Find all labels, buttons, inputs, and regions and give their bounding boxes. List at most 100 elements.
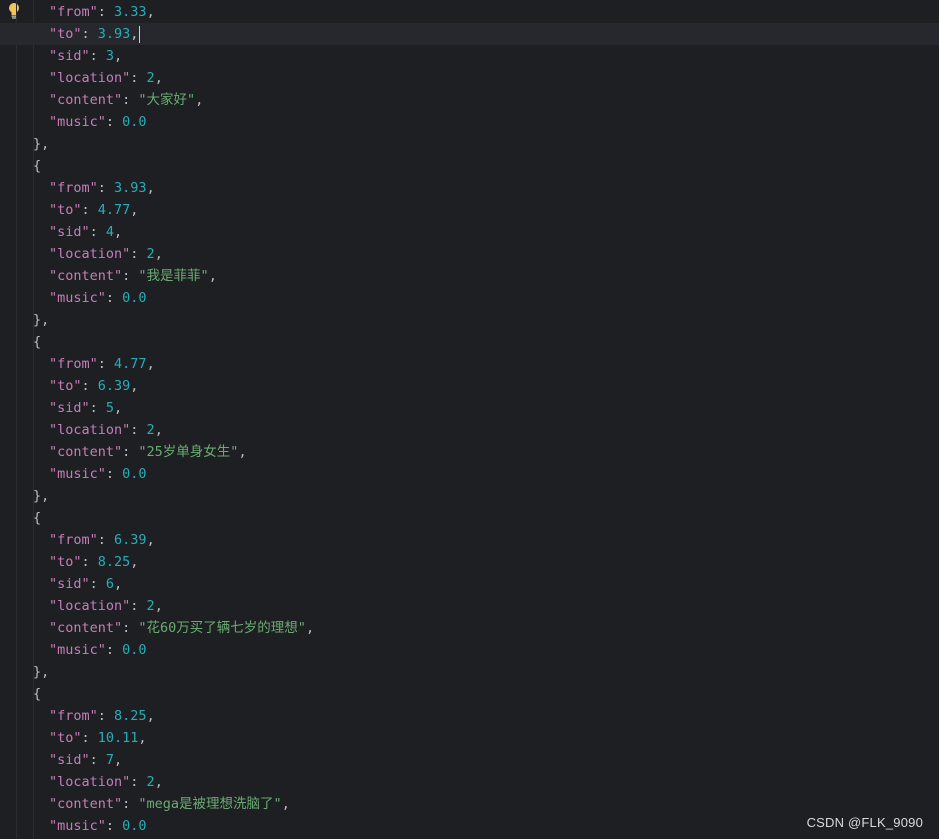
comma: , xyxy=(195,92,204,108)
code-text: "music": 0.0 xyxy=(33,463,147,485)
code-line[interactable]: "location": 2, xyxy=(0,243,939,265)
code-line[interactable]: "content": "花60万买了辆七岁的理想", xyxy=(0,617,939,639)
code-text: "to": 8.25, xyxy=(33,551,138,573)
json-key: "music" xyxy=(49,818,106,834)
comma: , xyxy=(154,774,163,790)
colon: : xyxy=(89,576,106,592)
code-text: "content": "大家好", xyxy=(33,89,203,111)
code-line[interactable]: }, xyxy=(0,661,939,683)
json-key: "music" xyxy=(49,642,106,658)
code-line[interactable]: "content": "大家好", xyxy=(0,89,939,111)
comma: , xyxy=(114,48,123,64)
code-text: "location": 2, xyxy=(33,419,163,441)
comma: , xyxy=(114,752,123,768)
code-line[interactable]: "music": 0.0 xyxy=(0,815,939,837)
json-number-value: 0.0 xyxy=(122,642,147,658)
code-text: "from": 6.39, xyxy=(33,529,155,551)
code-text: }, xyxy=(33,661,49,683)
code-line[interactable]: "content": "25岁单身女生", xyxy=(0,441,939,463)
colon: : xyxy=(97,532,115,548)
colon: : xyxy=(81,202,98,218)
code-text: "content": "25岁单身女生", xyxy=(33,441,247,463)
comma: , xyxy=(146,532,155,548)
code-text: "sid": 4, xyxy=(33,221,122,243)
json-key: "sid" xyxy=(49,576,90,592)
code-line[interactable]: "to": 4.77, xyxy=(0,199,939,221)
comma: , xyxy=(146,356,155,372)
code-text: "content": "mega是被理想洗脑了", xyxy=(33,793,290,815)
code-line[interactable]: "from": 6.39, xyxy=(0,529,939,551)
code-editor[interactable]: "from": 3.33, "to": 3.93, "sid": 3, "locati… xyxy=(0,0,939,839)
json-key: "to" xyxy=(49,554,82,570)
colon: : xyxy=(97,708,115,724)
colon: : xyxy=(122,620,139,636)
json-number-value: 4.77 xyxy=(97,202,131,218)
json-number-value: 3 xyxy=(105,48,115,64)
code-line[interactable]: }, xyxy=(0,485,939,507)
code-text: "location": 2, xyxy=(33,771,163,793)
code-line[interactable]: "from": 3.33, xyxy=(0,1,939,23)
code-line[interactable]: "music": 0.0 xyxy=(0,111,939,133)
colon: : xyxy=(105,290,123,306)
json-key: "to" xyxy=(49,202,82,218)
json-brace: }, xyxy=(33,664,50,680)
colon: : xyxy=(105,818,123,834)
code-line[interactable]: "music": 0.0 xyxy=(0,639,939,661)
json-key: "to" xyxy=(49,378,82,394)
code-line[interactable]: "sid": 5, xyxy=(0,397,939,419)
json-number-value: 2 xyxy=(146,422,155,438)
json-string-value: "大家好" xyxy=(138,92,196,108)
code-line[interactable]: "to": 6.39, xyxy=(0,375,939,397)
code-text: "from": 3.93, xyxy=(33,177,155,199)
code-line[interactable]: { xyxy=(0,683,939,705)
code-line[interactable]: "sid": 6, xyxy=(0,573,939,595)
code-line[interactable]: "to": 8.25, xyxy=(0,551,939,573)
code-line[interactable]: "music": 0.0 xyxy=(0,287,939,309)
json-number-value: 8.25 xyxy=(97,554,131,570)
code-line[interactable]: { xyxy=(0,331,939,353)
code-line[interactable]: }, xyxy=(0,133,939,155)
colon: : xyxy=(130,422,147,438)
code-line[interactable]: "from": 4.77, xyxy=(0,353,939,375)
code-line[interactable]: "location": 2, xyxy=(0,419,939,441)
code-line[interactable]: "content": "mega是被理想洗脑了", xyxy=(0,793,939,815)
code-text: "content": "花60万买了辆七岁的理想", xyxy=(33,617,314,639)
code-line[interactable]: "location": 2, xyxy=(0,771,939,793)
code-text: "from": 3.33, xyxy=(33,1,155,23)
json-number-value: 3.93 xyxy=(114,180,147,196)
code-line[interactable]: "music": 0.0 xyxy=(0,463,939,485)
code-text: "location": 2, xyxy=(33,67,163,89)
code-line[interactable]: { xyxy=(0,155,939,177)
json-key: "content" xyxy=(49,444,123,460)
comma: , xyxy=(208,268,217,284)
colon: : xyxy=(130,774,147,790)
colon: : xyxy=(105,466,123,482)
json-number-value: 4.77 xyxy=(114,356,147,372)
json-key: "location" xyxy=(49,598,131,614)
json-key: "sid" xyxy=(49,400,90,416)
code-text: "sid": 6, xyxy=(33,573,122,595)
code-line-current[interactable]: "to": 3.93, xyxy=(0,23,939,45)
code-line[interactable]: "from": 3.93, xyxy=(0,177,939,199)
code-text: "to": 3.93, xyxy=(33,23,141,45)
code-line[interactable]: "sid": 4, xyxy=(0,221,939,243)
code-line[interactable]: "to": 10.11, xyxy=(0,727,939,749)
code-text: "music": 0.0 xyxy=(33,815,147,837)
code-line[interactable]: }, xyxy=(0,309,939,331)
code-line[interactable]: { xyxy=(0,507,939,529)
colon: : xyxy=(122,268,139,284)
json-string-value: "25岁单身女生" xyxy=(138,444,239,460)
colon: : xyxy=(105,642,123,658)
code-line[interactable]: "location": 2, xyxy=(0,67,939,89)
json-number-value: 5 xyxy=(105,400,115,416)
code-line[interactable]: "content": "我是菲菲", xyxy=(0,265,939,287)
code-text: "to": 6.39, xyxy=(33,375,138,397)
json-key: "to" xyxy=(49,26,82,42)
code-line[interactable]: "sid": 7, xyxy=(0,749,939,771)
code-line[interactable]: "from": 8.25, xyxy=(0,705,939,727)
code-line[interactable]: "location": 2, xyxy=(0,595,939,617)
json-key: "from" xyxy=(49,180,98,196)
code-line[interactable]: "sid": 3, xyxy=(0,45,939,67)
json-number-value: 7 xyxy=(105,752,115,768)
json-key: "to" xyxy=(49,730,82,746)
